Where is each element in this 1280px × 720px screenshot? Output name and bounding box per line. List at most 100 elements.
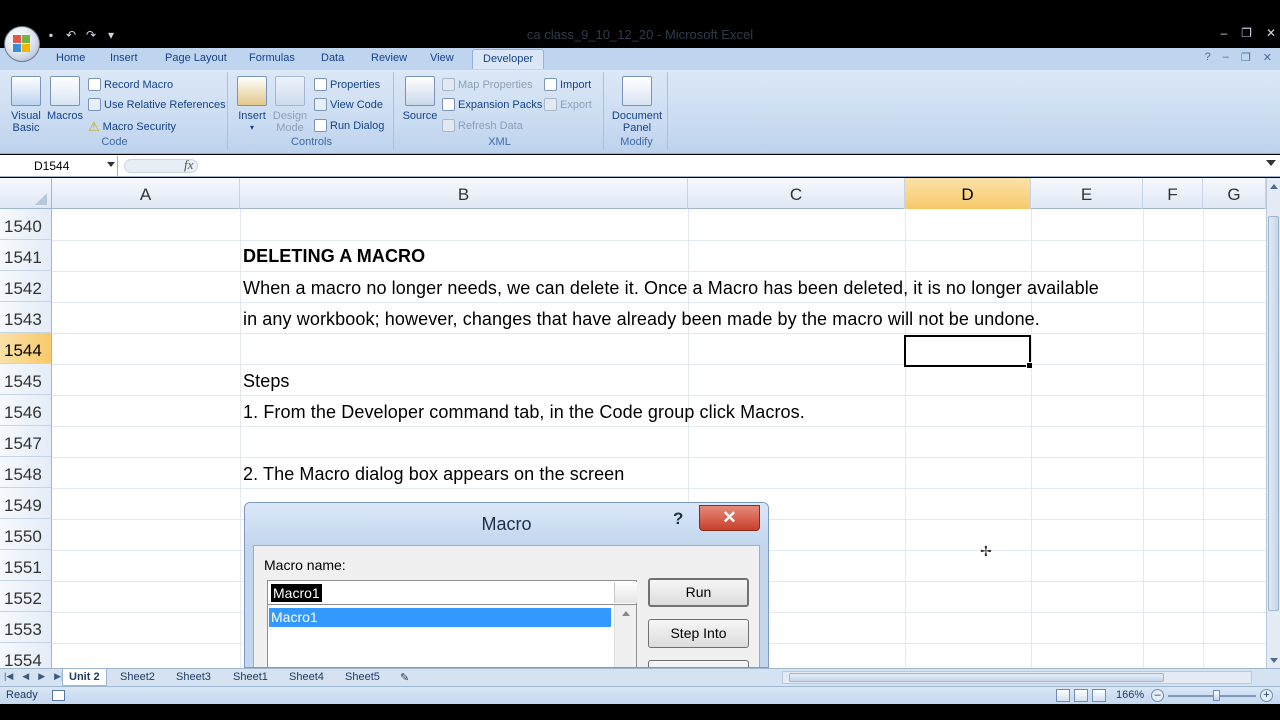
map-properties-button[interactable]: Map Properties [442,78,533,91]
tab-formulas[interactable]: Formulas [249,52,295,64]
ribbon-close-icon[interactable]: ✕ [1263,51,1272,64]
cell-b1545[interactable]: Steps [243,371,290,392]
help-icon[interactable]: ? [1205,51,1211,64]
dialog-close-button[interactable]: ✕ [699,505,760,531]
column-header-d[interactable]: D [905,178,1031,209]
macro-list-scrollbar[interactable] [614,605,636,667]
close-window-icon[interactable]: ✕ [1266,26,1276,40]
zoom-level[interactable]: 166% [1116,689,1144,701]
horizontal-scroll-thumb[interactable] [789,673,1164,682]
row-header-1544[interactable]: 1544 [0,333,52,364]
active-cell-d1544[interactable] [904,335,1033,369]
step-into-button[interactable]: Step Into [648,619,749,648]
column-header-c[interactable]: C [688,178,905,209]
page-break-view-icon[interactable] [1092,689,1106,702]
cell-b1542[interactable]: When a macro no longer needs, we can del… [243,278,1099,299]
column-header-f[interactable]: F [1143,178,1203,209]
help-icon[interactable]: ? [673,509,683,529]
minimize-icon[interactable]: – [1220,26,1227,40]
visual-basic-button[interactable]: Visual Basic [8,76,44,134]
office-button[interactable] [4,26,40,62]
document-panel-button[interactable]: Document Panel [610,76,664,134]
cell-b1548[interactable]: 2. The Macro dialog box appears on the s… [243,464,624,485]
row-header-1542[interactable]: 1542 [0,271,52,302]
select-all-button[interactable] [0,178,52,209]
ribbon-restore-icon[interactable]: ❐ [1241,51,1251,64]
macros-button[interactable]: Macros [46,76,84,122]
expansion-packs-button[interactable]: Expansion Packs [442,98,542,111]
scroll-up-icon[interactable] [1270,184,1278,189]
vertical-scroll-thumb[interactable] [1268,216,1279,611]
column-header-g[interactable]: G [1203,178,1266,209]
row-header-1554[interactable]: 1554 [0,643,52,668]
sheet-tab-sheet3[interactable]: Sheet3 [170,669,217,686]
cell-b1541[interactable]: DELETING A MACRO [243,246,425,267]
sheet-tab-sheet1[interactable]: Sheet1 [227,669,274,686]
tab-developer[interactable]: Developer [472,49,545,69]
prev-sheet-icon[interactable]: ◀ [22,671,29,682]
row-header-1543[interactable]: 1543 [0,302,52,333]
sheet-tab-sheet5[interactable]: Sheet5 [339,669,386,686]
tab-review[interactable]: Review [371,52,407,64]
design-mode-button[interactable]: Design Mode [272,76,308,134]
insert-function-icon[interactable]: fx [184,157,193,173]
row-header-1553[interactable]: 1553 [0,612,52,643]
row-header-1549[interactable]: 1549 [0,488,52,519]
tab-insert[interactable]: Insert [110,52,138,64]
cell-b1546[interactable]: 1. From the Developer command tab, in th… [243,402,805,423]
tab-data[interactable]: Data [321,52,344,64]
row-header-1552[interactable]: 1552 [0,581,52,612]
refresh-data-button[interactable]: Refresh Data [442,119,523,132]
view-code-button[interactable]: View Code [314,98,383,111]
normal-view-icon[interactable] [1056,689,1070,702]
row-header-1546[interactable]: 1546 [0,395,52,426]
zoom-slider-thumb[interactable] [1212,690,1220,701]
import-button[interactable]: Import [544,78,591,91]
tab-view[interactable]: View [430,52,454,64]
sheet-tab-unit-2[interactable]: Unit 2 [62,669,107,686]
use-relative-references-button[interactable]: Use Relative References [88,98,226,111]
insert-sheet-icon[interactable]: ✎ [394,669,415,686]
page-layout-view-icon[interactable] [1074,689,1088,702]
insert-controls-button[interactable]: Insert ▾ [234,76,270,134]
name-box[interactable]: D1544 [0,156,118,176]
macro-security-button[interactable]: ⚠ Macro Security [88,119,176,135]
sheet-tab-sheet2[interactable]: Sheet2 [114,669,161,686]
formula-bar-expand-icon[interactable] [1266,160,1276,166]
list-scroll-up-icon[interactable] [622,611,630,616]
macro-list-item[interactable]: Macro1 [269,608,611,627]
row-header-1545[interactable]: 1545 [0,364,52,395]
restore-icon[interactable]: ❐ [1241,26,1252,40]
row-header-1541[interactable]: 1541 [0,240,52,271]
name-box-dropdown-icon[interactable] [107,162,115,167]
horizontal-scrollbar[interactable] [782,671,1252,684]
macro-recording-icon[interactable] [52,690,65,701]
scroll-down-icon[interactable] [1270,658,1278,663]
row-header-1550[interactable]: 1550 [0,519,52,550]
row-header-1548[interactable]: 1548 [0,457,52,488]
tab-home[interactable]: Home [56,52,85,64]
record-macro-button[interactable]: Record Macro [88,78,173,91]
row-header-1551[interactable]: 1551 [0,550,52,581]
export-button[interactable]: Export [544,98,592,111]
column-header-a[interactable]: A [52,178,240,209]
row-header-1540[interactable]: 1540 [0,209,52,240]
macro-list[interactable]: Macro1 [267,605,637,667]
column-header-e[interactable]: E [1031,178,1143,209]
next-sheet-icon[interactable]: ▶ [38,671,45,682]
collapse-dialog-icon[interactable] [614,582,637,603]
zoom-out-icon[interactable]: – [1151,689,1164,702]
macro-dialog-titlebar[interactable]: Macro ? ✕ [245,503,768,545]
cell-b1543[interactable]: in any workbook; however, changes that h… [243,309,1040,330]
ribbon-minimize-icon[interactable]: – [1223,51,1229,64]
vertical-scrollbar[interactable] [1266,178,1280,668]
run-button[interactable]: Run [648,578,749,607]
properties-button[interactable]: Properties [314,78,380,91]
zoom-in-icon[interactable]: + [1260,689,1273,702]
tab-page-layout[interactable]: Page Layout [165,52,227,64]
column-header-b[interactable]: B [240,178,688,209]
first-sheet-icon[interactable]: |◀ [4,671,13,682]
row-header-1547[interactable]: 1547 [0,426,52,457]
formula-input[interactable] [206,157,1256,175]
macro-name-input[interactable]: Macro1 [267,580,637,605]
